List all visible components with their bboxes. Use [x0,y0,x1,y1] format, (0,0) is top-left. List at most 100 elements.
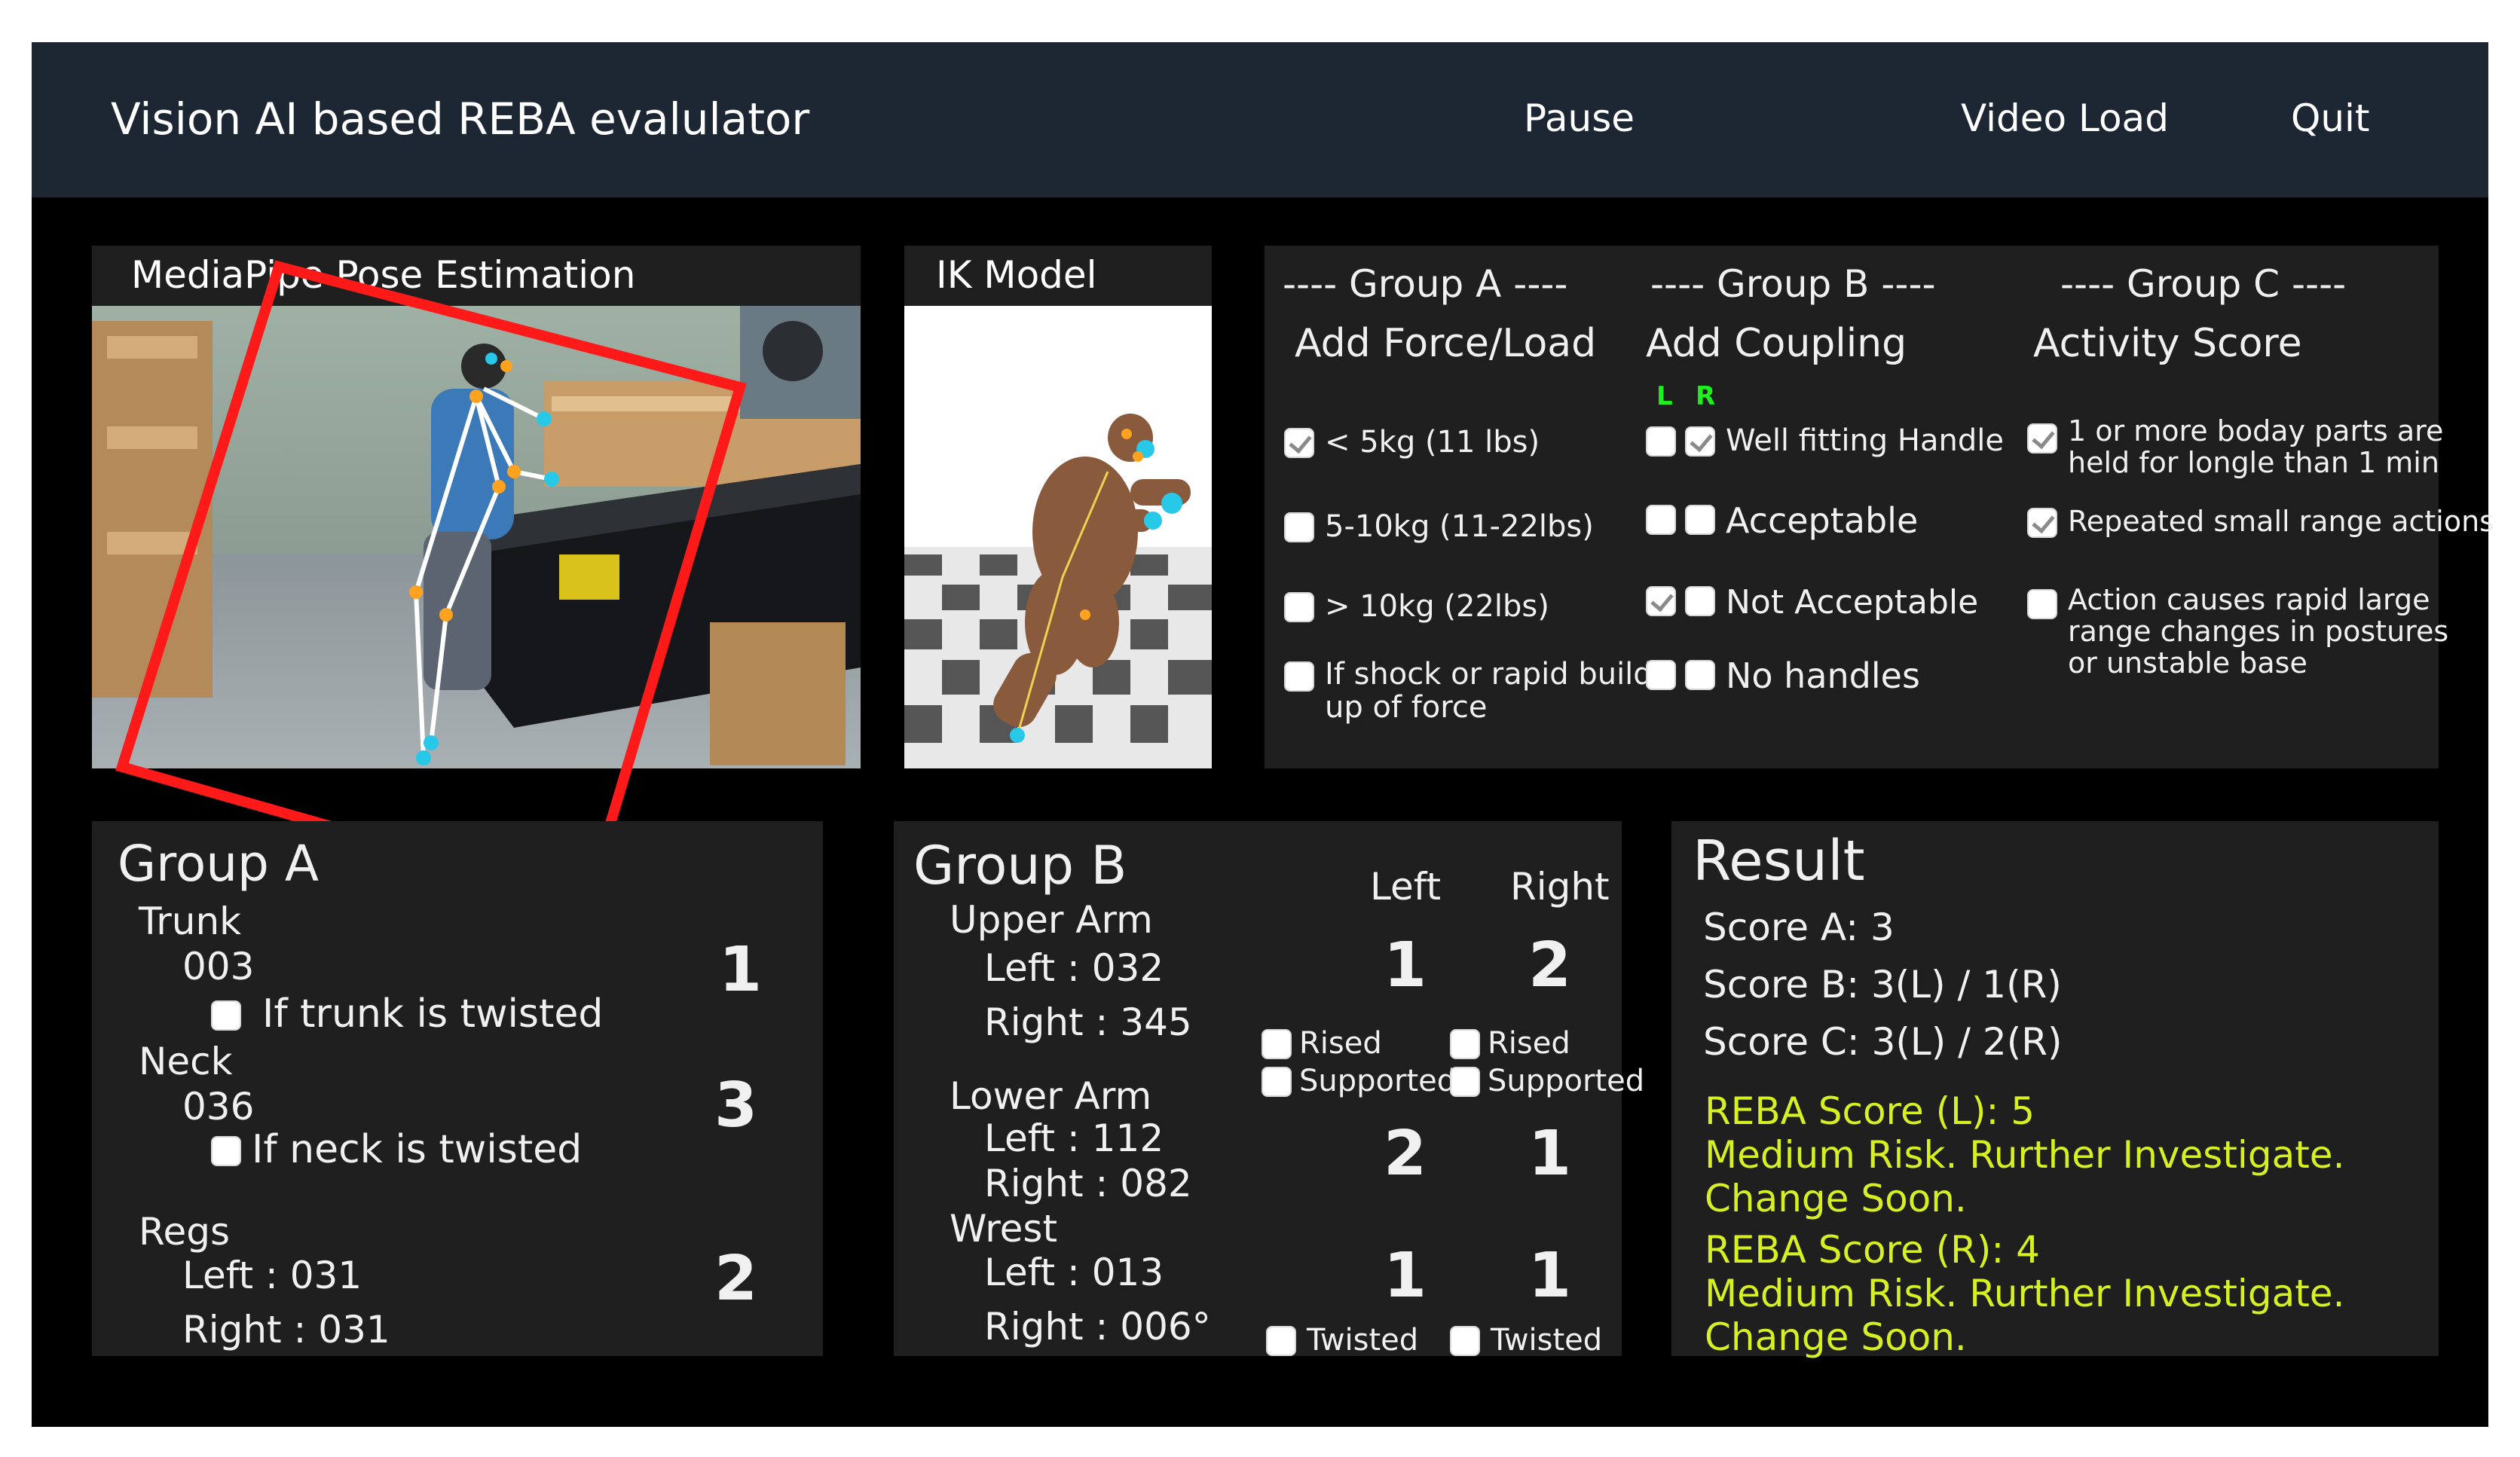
right-arm-supported-checkbox[interactable] [1450,1067,1480,1097]
left-column-header: Left [1370,865,1442,909]
add-coupling-heading: Add Coupling [1646,321,1907,366]
no-handles-right-checkbox[interactable] [1685,660,1715,690]
neck-score: 3 [714,1070,758,1141]
trunk-twisted-checkbox[interactable] [211,1000,241,1031]
acceptable-right-checkbox[interactable] [1685,505,1715,535]
neck-angle-value: 036 [182,1085,255,1129]
activity-score-heading: Activity Score [2033,321,2302,366]
rapid-changes-label: Action causes rapid large [2068,583,2430,616]
force-lt5kg-checkbox[interactable] [1284,428,1314,458]
group-a-title: Group A [118,835,320,893]
quit-button[interactable]: Quit [2291,96,2370,140]
legs-right-value: Right : 031 [182,1308,390,1352]
pause-button[interactable]: Pause [1524,96,1635,140]
upper-arm-left-value: Left : 032 [984,946,1164,990]
not-acceptable-right-checkbox[interactable] [1685,586,1715,616]
wrist-right-score: 1 [1528,1240,1572,1312]
reba-left-risk: Medium Risk. Rurther Investigate. [1705,1133,2345,1177]
trunk-twisted-label: If trunk is twisted [262,991,604,1037]
well-fitting-left-checkbox[interactable] [1646,426,1676,457]
lower-arm-right-value: Right : 082 [984,1162,1192,1205]
options-group-b-heading: ---- Group B ---- [1650,262,1936,306]
app-title: Vision AI based REBA evalulator [111,93,810,145]
trunk-label: Trunk [139,900,242,943]
right-arm-rised-checkbox[interactable] [1450,1029,1480,1059]
no-handles-left-checkbox[interactable] [1646,660,1676,690]
wrist-right-value: Right : 006° [984,1305,1211,1349]
wrist-label: Wrest [950,1207,1058,1251]
ik-model-panel: IK Model [904,246,1212,768]
right-column-header: Right [1510,865,1610,909]
score-c-value: Score C: 3(L) / 2(R) [1703,1020,2063,1064]
well-fitting-right-checkbox[interactable] [1685,426,1715,457]
rapid-changes-checkbox[interactable] [2027,589,2057,619]
reba-right-action: Change Soon. [1705,1315,1967,1359]
left-arm-rised-label: Rised [1299,1026,1382,1061]
legs-left-value: Left : 031 [182,1254,362,1297]
upper-arm-label: Upper Arm [950,898,1153,942]
upper-arm-right-score: 2 [1528,930,1572,1001]
reba-left-action: Change Soon. [1705,1177,1967,1220]
group-b-title: Group B [913,835,1127,896]
legs-score: 2 [714,1243,758,1315]
shock-force-label-line2: up of force [1325,690,1488,725]
trunk-score: 1 [719,934,763,1006]
shock-force-checkbox[interactable] [1284,661,1314,692]
force-5-10kg-checkbox[interactable] [1284,512,1314,542]
wrist-left-value: Left : 013 [984,1251,1164,1294]
left-wrist-twisted-checkbox[interactable] [1266,1326,1296,1356]
lower-arm-label: Lower Arm [950,1074,1152,1118]
shock-force-label: If shock or rapid build [1325,657,1653,692]
title-bar: Vision AI based REBA evalulator Pause Vi… [32,42,2488,197]
video-load-button[interactable]: Video Load [1961,96,2169,140]
group-b-panel: Group B Left Right Upper Arm Left : 032 … [894,821,1644,1358]
repeated-actions-checkbox[interactable] [2027,508,2057,538]
add-force-load-heading: Add Force/Load [1295,321,1597,366]
repeated-actions-label: Repeated small range actions [2068,505,2494,538]
upper-arm-right-value: Right : 345 [984,1000,1192,1044]
ik-model-view [904,306,1212,768]
lower-arm-right-score: 1 [1528,1118,1572,1190]
score-a-value: Score A: 3 [1703,906,1895,949]
force-gt10kg-label: > 10kg (22lbs) [1325,589,1549,624]
rapid-changes-label-line3: or unstable base [2068,646,2307,680]
static-hold-label: 1 or more boday parts are [2068,414,2444,447]
static-hold-checkbox[interactable] [2027,423,2057,454]
left-wrist-twisted-label: Twisted [1307,1323,1419,1358]
not-acceptable-left-checkbox[interactable] [1646,586,1676,616]
reba-score-right: REBA Score (R): 4 [1705,1228,2040,1272]
coupling-left-label: L [1656,381,1673,411]
not-acceptable-label: Not Acceptable [1726,583,1979,622]
force-5-10kg-label: 5-10kg (11-22lbs) [1325,509,1594,544]
reba-right-risk: Medium Risk. Rurther Investigate. [1705,1272,2345,1315]
score-b-value: Score B: 3(L) / 1(R) [1703,963,2062,1006]
no-handles-label: No handles [1726,655,1920,696]
force-gt10kg-checkbox[interactable] [1284,592,1314,622]
options-group-c-heading: ---- Group C ---- [2060,262,2347,306]
acceptable-left-checkbox[interactable] [1646,505,1676,535]
static-hold-label-line2: held for longle than 1 min [2068,446,2439,479]
reba-score-left: REBA Score (L): 5 [1705,1089,2035,1133]
neck-twisted-label: If neck is twisted [252,1127,583,1172]
result-panel: Result Score A: 3 Score B: 3(L) / 1(R) S… [1671,821,2439,1359]
legs-label: Regs [139,1210,231,1254]
right-wrist-twisted-checkbox[interactable] [1450,1326,1480,1356]
right-arm-rised-label: Rised [1488,1026,1570,1061]
options-group-a-heading: ---- Group A ---- [1283,262,1568,306]
left-arm-rised-checkbox[interactable] [1262,1029,1292,1059]
trunk-angle-value: 003 [182,945,255,988]
right-wrist-twisted-label: Twisted [1491,1323,1603,1358]
neck-twisted-checkbox[interactable] [211,1136,241,1166]
right-arm-supported-label: Supported [1488,1064,1645,1098]
ik-panel-title: IK Model [936,253,1097,297]
acceptable-label: Acceptable [1726,500,1919,541]
upper-arm-left-score: 1 [1384,930,1427,1001]
options-panel: ---- Group A ---- Add Force/Load < 5kg (… [1265,246,2494,768]
force-lt5kg-label: < 5kg (11 lbs) [1325,425,1540,460]
left-arm-supported-checkbox[interactable] [1262,1067,1292,1097]
group-a-panel: Group A Trunk 003 If trunk is twisted 1 … [92,821,823,1356]
well-fitting-label: Well fitting Handle [1726,423,2004,458]
lower-arm-left-score: 2 [1384,1118,1427,1190]
neck-label: Neck [139,1040,233,1083]
result-title: Result [1693,829,1865,893]
